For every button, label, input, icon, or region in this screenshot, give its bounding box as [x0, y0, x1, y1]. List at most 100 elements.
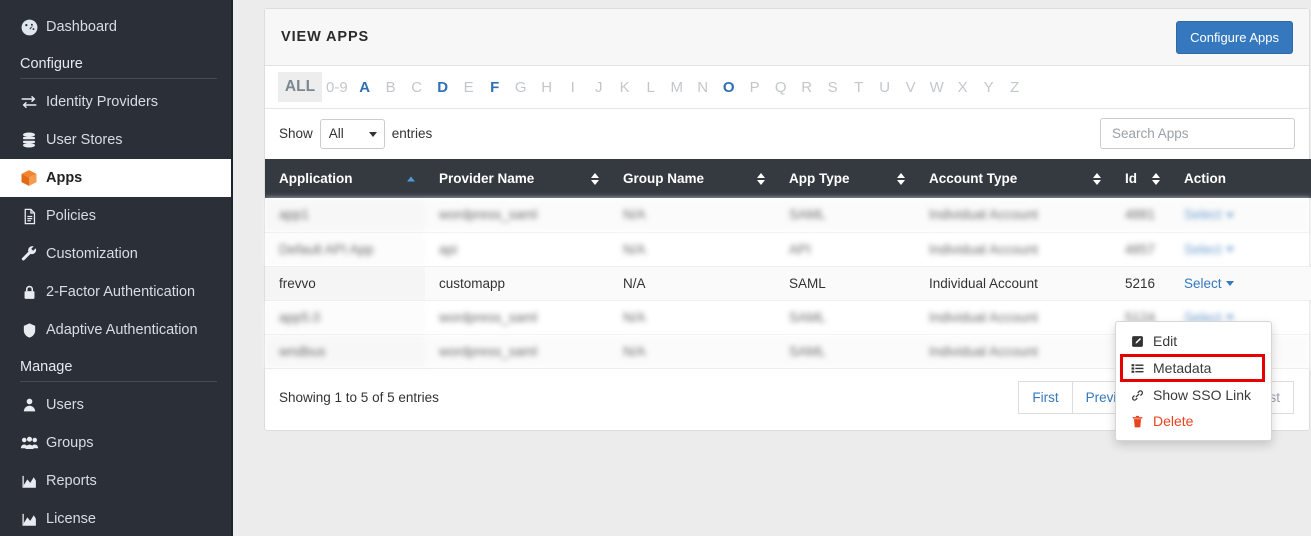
alpha-filter-w[interactable]: W	[924, 74, 950, 101]
alpha-filter-a[interactable]: A	[352, 74, 378, 101]
table-row[interactable]: frevvo customapp N/A SAML Individual Acc…	[265, 266, 1311, 301]
alpha-filter-0-9[interactable]: 0-9	[322, 74, 352, 101]
alpha-filter-f[interactable]: F	[482, 74, 508, 101]
cell-provider-name: customapp	[425, 266, 609, 301]
cell-id: 4857	[1111, 232, 1170, 267]
entries-label: entries	[391, 126, 433, 141]
sidebar-item-groups[interactable]: Groups	[0, 424, 233, 462]
alpha-filter-t[interactable]: T	[846, 74, 872, 101]
dashboard-gauge-icon	[12, 18, 46, 37]
sidebar-item-policies[interactable]: Policies	[0, 197, 233, 235]
select-label: Select	[1184, 207, 1222, 223]
sidebar-item-user-stores[interactable]: User Stores	[0, 121, 233, 159]
alpha-filter-p[interactable]: P	[742, 74, 768, 101]
sidebar-item-label: 2-Factor Authentication	[46, 284, 196, 300]
sidebar-item-2-factor-authentication[interactable]: 2-Factor Authentication	[0, 273, 233, 311]
search-input[interactable]	[1100, 118, 1295, 149]
users-group-icon	[12, 434, 46, 452]
alpha-filter-s[interactable]: S	[820, 74, 846, 101]
alpha-filter-d[interactable]: D	[430, 74, 456, 101]
table-controls: Show All entries	[265, 109, 1309, 159]
cell-account-type: Individual Account	[915, 232, 1111, 267]
sidebar-item-apps[interactable]: Apps	[0, 159, 233, 197]
chevron-down-icon	[1225, 247, 1234, 253]
alpha-filter-x[interactable]: X	[950, 74, 976, 101]
alpha-filter-g[interactable]: G	[508, 74, 534, 101]
shield-icon	[12, 321, 46, 340]
sidebar-item-label: Users	[46, 397, 84, 413]
alpha-filter-h[interactable]: H	[534, 74, 560, 101]
column-header-action: Action	[1170, 159, 1311, 198]
column-label: Group Name	[623, 171, 705, 186]
alpha-filter-l[interactable]: L	[638, 74, 664, 101]
column-header-group-name[interactable]: Group Name	[609, 159, 775, 198]
column-header-app-type[interactable]: App Type	[775, 159, 915, 198]
column-header-application[interactable]: Application	[265, 159, 425, 198]
alpha-filter-u[interactable]: U	[872, 74, 898, 101]
table-header: Application Provider Name Group Name App…	[265, 159, 1311, 198]
chart-area-icon	[12, 473, 46, 490]
cell-app-type: SAML	[775, 198, 915, 233]
cell-account-type: Individual Account	[915, 198, 1111, 233]
sidebar-item-identity-providers[interactable]: Identity Providers	[0, 83, 233, 121]
cell-action[interactable]: Select	[1170, 266, 1311, 301]
cell-action[interactable]: Select	[1170, 198, 1311, 233]
sidebar-item-users[interactable]: Users	[0, 386, 233, 424]
sort-ascending-icon[interactable]	[407, 176, 415, 181]
sidebar-item-adaptive-authentication[interactable]: Adaptive Authentication	[0, 311, 233, 349]
table-row[interactable]: Default API App api N/A API Individual A…	[265, 232, 1311, 267]
main-content: VIEW APPS Configure Apps ALL 0-9 A B C D…	[233, 0, 1311, 536]
pagination-first[interactable]: First	[1018, 380, 1072, 414]
sidebar-item-reports[interactable]: Reports	[0, 462, 233, 500]
alpha-filter-q[interactable]: Q	[768, 74, 794, 101]
cell-account-type: Individual Account	[915, 334, 1111, 369]
dropdown-item-metadata[interactable]: Metadata	[1120, 354, 1265, 382]
alpha-filter-all[interactable]: ALL	[278, 72, 322, 102]
sidebar-item-dashboard[interactable]: Dashboard	[0, 8, 233, 46]
dropdown-item-delete[interactable]: Delete	[1116, 408, 1271, 434]
sort-icon[interactable]	[591, 172, 599, 185]
sort-icon[interactable]	[757, 172, 765, 185]
alpha-filter-m[interactable]: M	[664, 74, 690, 101]
chart-area-icon	[12, 511, 46, 528]
lock-icon	[12, 283, 46, 302]
cell-group-name: N/A	[609, 334, 775, 369]
alpha-filter-o[interactable]: O	[716, 74, 742, 101]
configure-apps-button[interactable]: Configure Apps	[1176, 20, 1293, 54]
alpha-filter-v[interactable]: V	[898, 74, 924, 101]
alpha-filter-j[interactable]: J	[586, 74, 612, 101]
sort-icon[interactable]	[1093, 172, 1101, 185]
alpha-filter-r[interactable]: R	[794, 74, 820, 101]
alpha-filter-y[interactable]: Y	[976, 74, 1002, 101]
select-dropdown-toggle[interactable]: Select	[1184, 207, 1234, 222]
chevron-down-icon	[1225, 213, 1234, 219]
entries-info: Showing 1 to 5 of 5 entries	[279, 389, 439, 405]
sort-icon[interactable]	[1152, 172, 1160, 185]
table-row[interactable]: app1 wordpress_saml N/A SAML Individual …	[265, 198, 1311, 233]
alpha-filter-k[interactable]: K	[612, 74, 638, 101]
alpha-filter-i[interactable]: I	[560, 74, 586, 101]
sort-icon[interactable]	[897, 172, 905, 185]
alpha-filter-z[interactable]: Z	[1002, 74, 1028, 101]
cell-action[interactable]: Select	[1170, 232, 1311, 267]
dropdown-item-edit[interactable]: Edit	[1116, 328, 1271, 354]
column-header-account-type[interactable]: Account Type	[915, 159, 1111, 198]
alpha-filter-b[interactable]: B	[378, 74, 404, 101]
alpha-filter-c[interactable]: C	[404, 74, 430, 101]
alpha-filter-n[interactable]: N	[690, 74, 716, 101]
page-size-select[interactable]: All	[319, 118, 385, 149]
cell-account-type: Individual Account	[915, 266, 1111, 301]
cell-account-type: Individual Account	[915, 300, 1111, 335]
show-entries-control: Show All entries	[279, 118, 433, 149]
alpha-filter-e[interactable]: E	[456, 74, 482, 101]
select-dropdown-toggle[interactable]: Select	[1184, 242, 1234, 257]
select-dropdown-toggle[interactable]: Select	[1184, 276, 1234, 291]
column-header-id[interactable]: Id	[1111, 159, 1170, 198]
sidebar-item-label: Identity Providers	[46, 94, 159, 110]
cell-provider-name: wordpress_saml	[425, 300, 609, 335]
sidebar-item-license[interactable]: License	[0, 500, 233, 536]
column-header-provider-name[interactable]: Provider Name	[425, 159, 609, 198]
sidebar-item-customization[interactable]: Customization	[0, 235, 233, 273]
sidebar-item-label: Customization	[46, 246, 138, 262]
dropdown-item-show-sso-link[interactable]: Show SSO Link	[1116, 382, 1271, 408]
